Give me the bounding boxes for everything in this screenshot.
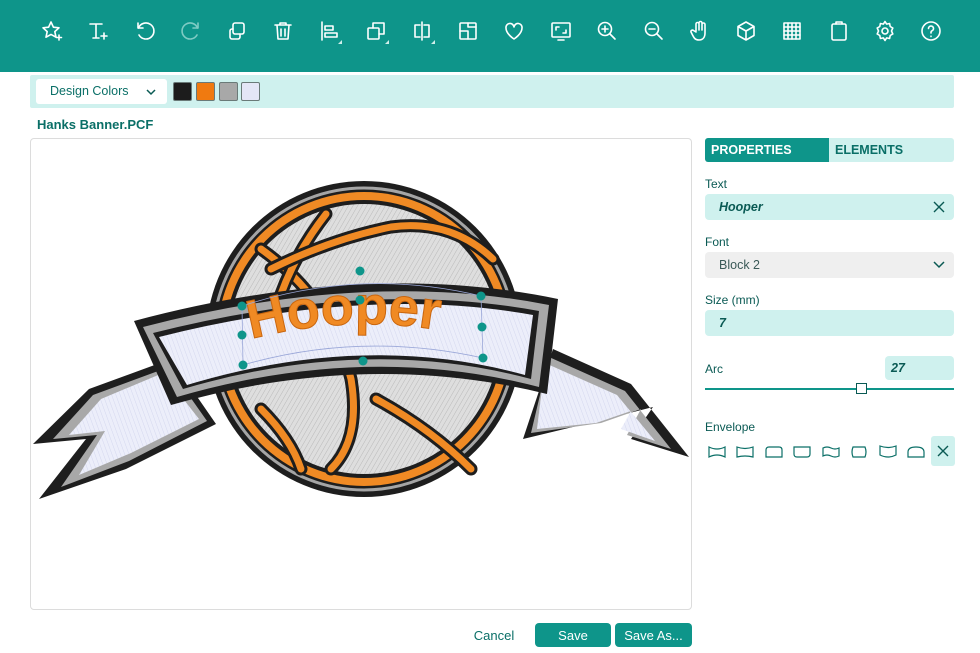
zoom-in-icon[interactable] <box>592 16 622 46</box>
move-handle[interactable] <box>355 295 365 305</box>
design-canvas[interactable]: Hooper <box>30 138 692 610</box>
resize-handle[interactable] <box>477 322 487 332</box>
arc-slider-track[interactable] <box>705 388 954 390</box>
cancel-button[interactable]: Cancel <box>470 624 518 646</box>
settings-icon[interactable] <box>870 16 900 46</box>
zoom-out-icon[interactable] <box>639 16 669 46</box>
resize-handle[interactable] <box>476 291 486 301</box>
align-icon[interactable] <box>314 16 344 46</box>
resize-handle[interactable] <box>478 353 488 363</box>
tab-properties[interactable]: PROPERTIES <box>705 138 829 162</box>
resize-icon[interactable] <box>453 16 483 46</box>
arc-input[interactable]: 27 <box>885 356 954 380</box>
envelope-round-top-icon[interactable] <box>762 438 786 466</box>
font-label: Font <box>705 235 730 249</box>
text-input-value: Hooper <box>719 200 763 214</box>
clipboard-icon[interactable] <box>824 16 854 46</box>
text-input[interactable]: Hooper <box>705 194 954 220</box>
delete-icon[interactable] <box>268 16 298 46</box>
font-select[interactable]: Block 2 <box>705 252 954 278</box>
size-label: Size (mm) <box>705 293 760 307</box>
tab-elements[interactable]: ELEMENTS <box>829 138 954 162</box>
swatch-orange[interactable] <box>196 82 215 101</box>
clear-envelope-button[interactable] <box>931 436 955 466</box>
add-shape-icon[interactable] <box>37 16 67 46</box>
design-colors-dropdown[interactable]: Design Colors <box>36 79 167 104</box>
fit-to-screen-icon[interactable] <box>546 16 576 46</box>
arc-label: Arc <box>705 362 723 376</box>
redo-icon[interactable] <box>176 16 206 46</box>
close-icon <box>937 445 949 457</box>
pan-hand-icon[interactable] <box>685 16 715 46</box>
envelope-wave-icon[interactable] <box>819 438 843 466</box>
grid-icon[interactable] <box>777 16 807 46</box>
size-input[interactable]: 7 <box>705 310 954 336</box>
favorite-icon[interactable] <box>499 16 529 46</box>
arrange-icon[interactable] <box>361 16 391 46</box>
duplicate-icon[interactable] <box>222 16 252 46</box>
arc-input-value: 27 <box>891 361 905 375</box>
envelope-pinch-icon[interactable] <box>876 438 900 466</box>
add-text-icon[interactable] <box>83 16 113 46</box>
swatch-gray[interactable] <box>219 82 238 101</box>
chevron-down-icon <box>933 261 945 269</box>
mirror-icon[interactable] <box>407 16 437 46</box>
text-label: Text <box>705 177 728 191</box>
chevron-down-icon <box>146 89 156 96</box>
resize-handle[interactable] <box>355 266 365 276</box>
document-filename: Hanks Banner.PCF <box>37 117 154 132</box>
help-icon[interactable] <box>916 16 946 46</box>
resize-handle[interactable] <box>237 301 247 311</box>
envelope-bridge-icon[interactable] <box>904 438 928 466</box>
envelope-label: Envelope <box>705 420 756 434</box>
panel-tabs: PROPERTIES ELEMENTS <box>705 138 954 162</box>
arc-slider-thumb[interactable] <box>856 383 867 394</box>
font-select-value: Block 2 <box>719 258 760 272</box>
save-button[interactable]: Save <box>535 623 611 647</box>
clear-text-icon[interactable] <box>932 200 946 214</box>
swatch-lavender[interactable] <box>241 82 260 101</box>
envelope-arch-up-icon[interactable] <box>733 438 757 466</box>
envelope-arch-down-icon[interactable] <box>705 438 729 466</box>
embroidery-design: Hooper <box>33 181 689 499</box>
resize-handle[interactable] <box>358 356 368 366</box>
save-as-button[interactable]: Save As... <box>615 623 692 647</box>
resize-handle[interactable] <box>238 360 248 370</box>
main-toolbar <box>0 0 980 72</box>
3d-view-icon[interactable] <box>731 16 761 46</box>
undo-icon[interactable] <box>130 16 160 46</box>
swatch-black[interactable] <box>173 82 192 101</box>
size-input-value: 7 <box>719 316 726 330</box>
design-colors-bar: Design Colors <box>30 75 954 108</box>
resize-handle[interactable] <box>237 330 247 340</box>
envelope-barrel-icon[interactable] <box>847 438 871 466</box>
envelope-round-bottom-icon[interactable] <box>790 438 814 466</box>
design-colors-label: Design Colors <box>50 84 129 98</box>
